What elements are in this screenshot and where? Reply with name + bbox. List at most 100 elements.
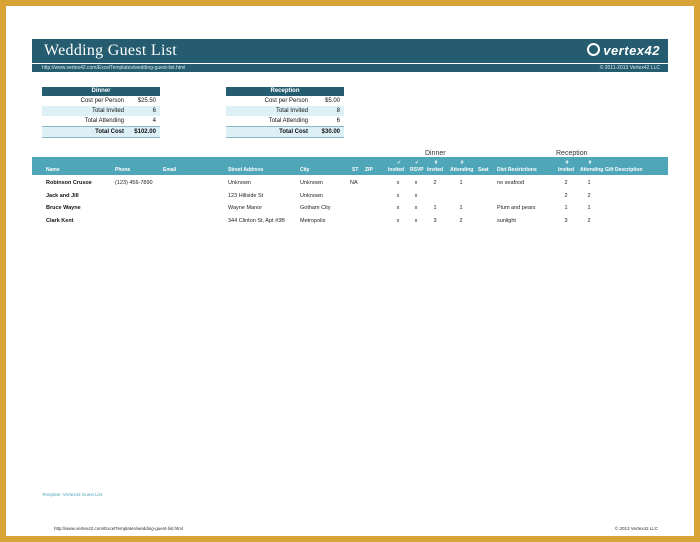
dinner-total-row: Total Cost $102.00 — [42, 126, 160, 138]
guest-dinner-attending: 1 — [459, 180, 463, 186]
guest-diet: sunlight — [497, 217, 516, 224]
guest-name: Clark Kent — [46, 217, 74, 224]
col-header-name[interactable]: Name — [46, 167, 60, 173]
table-row[interactable]: Bruce Wayne Wayne Manor Gotham City x x … — [32, 202, 668, 215]
reception-attending-value: 6 — [336, 118, 340, 124]
template-footnote[interactable]: Template: Vertex42 Guest List — [42, 492, 102, 497]
col-header-seat[interactable]: Seat — [478, 167, 489, 173]
guest-reception-invited: 3 — [564, 217, 568, 224]
col-header-dinner-invited-mark: # — [434, 160, 438, 166]
guest-dinner-invited: 3 — [433, 217, 437, 224]
col-header-dinner-attending-mark: # — [460, 160, 464, 166]
guest-rsvp: x — [414, 192, 418, 199]
col-header-dinner-attending[interactable]: Attending — [450, 167, 473, 173]
dinner-summary-title: Dinner — [42, 87, 160, 96]
col-header-reception-attending[interactable]: Attending — [580, 167, 603, 173]
template-url[interactable]: http://www.vertex42.com/ExcelTemplates/w… — [42, 64, 185, 72]
dinner-group-label: Dinner — [425, 150, 446, 157]
guest-city: Unknown — [300, 180, 323, 186]
col-header-invited[interactable]: Invited — [388, 167, 404, 173]
page-frame: Wedding Guest List vertex42 http://www.v… — [0, 0, 700, 542]
guest-reception-invited: 2 — [564, 192, 568, 199]
col-header-st[interactable]: ST — [352, 167, 358, 173]
reception-cost-row: Cost per Person $5.00 — [226, 96, 344, 106]
guest-table-body: Robinson Crusoe (123) 456-7890 Unknown U… — [32, 177, 668, 227]
reception-attending-label: Total Attending — [268, 118, 308, 124]
guest-phone: (123) 456-7890 — [115, 180, 153, 186]
footer-copyright: © 2013 Vertex42 LLC — [614, 526, 658, 531]
reception-invited-row: Total Invited 8 — [226, 106, 344, 116]
reception-total-label: Total Cost — [279, 129, 308, 135]
col-header-reception-attending-mark: # — [588, 160, 592, 166]
reception-total-row: Total Cost $30.00 — [226, 126, 344, 138]
guest-table-header: Name Phone Email Street Address City ST … — [32, 157, 668, 175]
col-header-street[interactable]: Street Address — [228, 167, 263, 173]
dinner-cost-value[interactable]: $25.50 — [138, 96, 156, 106]
dinner-total-label: Total Cost — [95, 129, 124, 135]
guest-dinner-attending: 2 — [459, 217, 463, 224]
reception-invited-label: Total Invited — [275, 108, 308, 114]
col-header-rsvp-mark: ✓ — [414, 160, 420, 166]
vertex42-logo: vertex42 — [587, 43, 660, 58]
reception-cost-value[interactable]: $5.00 — [325, 96, 340, 106]
footer-url[interactable]: http://www.vertex42.com/ExcelTemplates/w… — [54, 526, 183, 531]
guest-rsvp: x — [414, 205, 418, 211]
guest-name: Robinson Crusoe — [46, 180, 92, 186]
col-header-reception-invited-mark: # — [565, 160, 569, 166]
reception-invited-value: 8 — [336, 108, 340, 114]
col-header-diet[interactable]: Diet Restrictions — [497, 167, 537, 173]
guest-state: NA — [350, 180, 358, 186]
col-header-email[interactable]: Email — [163, 167, 176, 173]
url-bar: http://www.vertex42.com/ExcelTemplates/w… — [32, 63, 668, 72]
dinner-invited-row: Total Invited 6 — [42, 106, 160, 116]
col-header-dinner-invited[interactable]: Invited — [427, 167, 443, 173]
dinner-invited-label: Total Invited — [91, 108, 124, 114]
guest-diet: no seafood — [497, 180, 525, 186]
table-row[interactable]: Clark Kent 344 Clinton St, Apt #3B Metro… — [32, 215, 668, 228]
col-header-phone[interactable]: Phone — [115, 167, 130, 173]
page-title: Wedding Guest List — [44, 42, 177, 59]
dinner-attending-label: Total Attending — [84, 118, 124, 124]
guest-street: Unknown — [228, 180, 251, 186]
guest-invited: x — [396, 192, 400, 199]
guest-reception-attending: 2 — [587, 192, 591, 199]
spreadsheet-page: Wedding Guest List vertex42 http://www.v… — [32, 36, 670, 536]
guest-rsvp: x — [414, 217, 418, 224]
guest-reception-attending: 1 — [587, 205, 591, 211]
guest-street: 344 Clinton St, Apt #3B — [228, 217, 285, 224]
guest-invited: x — [396, 180, 400, 186]
dinner-invited-value: 6 — [152, 108, 156, 114]
title-banner: Wedding Guest List vertex42 — [32, 39, 668, 63]
reception-attending-row: Total Attending 6 — [226, 116, 344, 126]
guest-rsvp: x — [414, 180, 418, 186]
guest-city: Unknown — [300, 192, 323, 199]
guest-street: Wayne Manor — [228, 205, 263, 211]
guest-name: Jack and Jill — [46, 192, 79, 199]
logo-icon — [587, 43, 601, 56]
dinner-total-value: $102.00 — [134, 129, 156, 135]
col-header-rsvp[interactable]: RSVP — [410, 167, 424, 173]
reception-group-label: Reception — [556, 150, 588, 157]
col-header-reception-invited[interactable]: Invited — [558, 167, 574, 173]
dinner-cost-label: Cost per Person — [80, 98, 124, 104]
dinner-cost-row: Cost per Person $25.50 — [42, 96, 160, 106]
table-row[interactable]: Robinson Crusoe (123) 456-7890 Unknown U… — [32, 177, 668, 190]
guest-reception-invited: 2 — [564, 180, 568, 186]
reception-cost-label: Cost per Person — [264, 98, 308, 104]
col-header-gift[interactable]: Gift Description — [605, 167, 643, 173]
guest-invited: x — [396, 205, 400, 211]
col-header-city[interactable]: City — [300, 167, 309, 173]
guest-dinner-attending: 1 — [459, 205, 463, 211]
reception-summary: Reception Cost per Person $5.00 Total In… — [226, 87, 344, 138]
guest-diet: Plum and pears — [497, 205, 536, 211]
dinner-attending-row: Total Attending 4 — [42, 116, 160, 126]
guest-city: Metropolis — [300, 217, 326, 224]
logo-text: vertex42 — [603, 43, 660, 58]
table-row[interactable]: Jack and Jill 123 Hillside St Unknown x … — [32, 190, 668, 203]
dinner-attending-value: 4 — [152, 118, 156, 124]
copyright-text: © 2011-2013 Vertex42 LLC — [599, 65, 660, 71]
guest-reception-attending: 2 — [587, 217, 591, 224]
guest-dinner-invited: 1 — [433, 205, 437, 211]
col-header-zip[interactable]: ZIP — [365, 167, 373, 173]
reception-summary-title: Reception — [226, 87, 344, 96]
